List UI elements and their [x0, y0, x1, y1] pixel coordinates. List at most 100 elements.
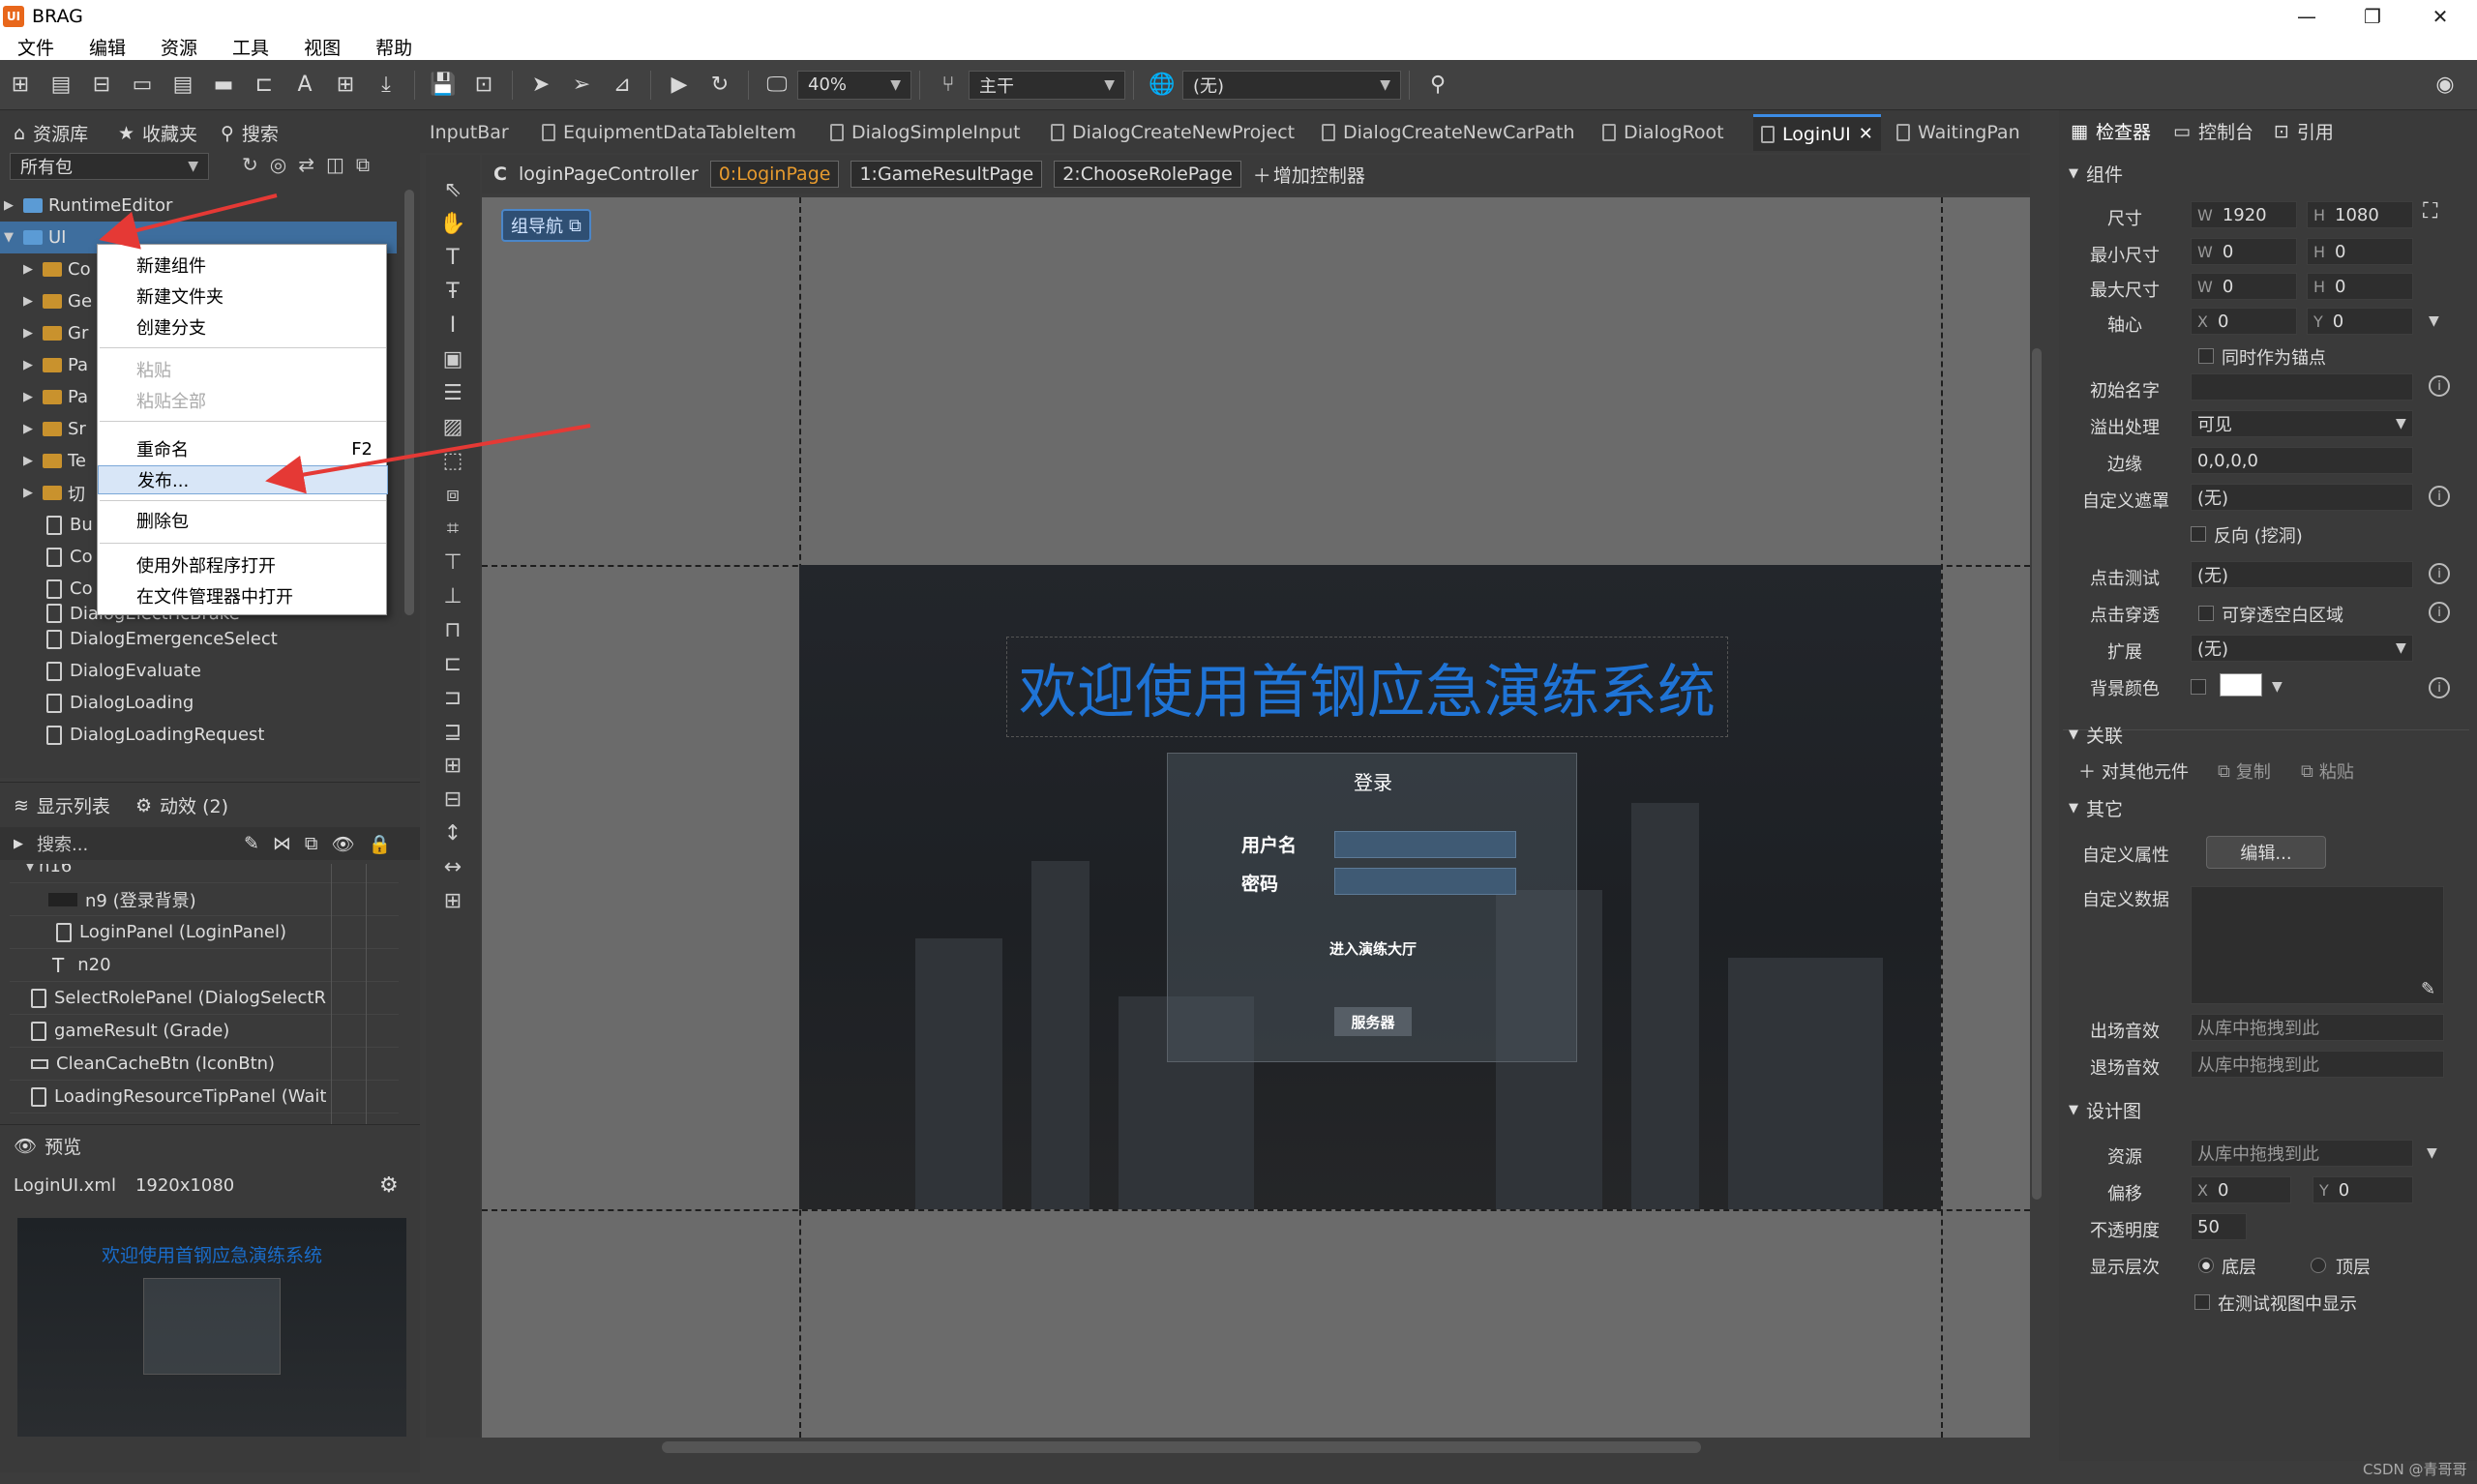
- menu-item-new-component[interactable]: 新建组件: [98, 251, 388, 280]
- publish-settings-icon[interactable]: ⊿: [606, 69, 639, 102]
- tree-item-file[interactable]: Bu: [39, 509, 93, 541]
- list-item[interactable]: SelectRolePanel (DialogSelectR: [10, 982, 399, 1015]
- controller-page-1[interactable]: 1:GameResultPage: [851, 161, 1043, 188]
- graph-icon[interactable]: ⌗: [447, 517, 459, 541]
- info-icon[interactable]: i: [2429, 677, 2450, 698]
- margin-field[interactable]: 0,0,0,0: [2191, 447, 2413, 474]
- info-icon[interactable]: i: [2429, 563, 2450, 584]
- passthrough-checkbox[interactable]: [2198, 606, 2214, 621]
- plus-icon[interactable]: ＋: [1253, 162, 1271, 188]
- tree-item-folder[interactable]: ▶ Pa: [19, 349, 88, 381]
- tab-display-list[interactable]: ≋ 显示列表: [14, 792, 110, 818]
- new-combobox-icon[interactable]: ▤: [166, 69, 199, 102]
- doc-tab-inputbar[interactable]: InputBar: [430, 114, 509, 151]
- menu-tools[interactable]: 工具: [232, 34, 269, 60]
- doc-tab-dialogroot[interactable]: DialogRoot: [1602, 114, 1724, 151]
- chevron-down-icon[interactable]: ▼: [2272, 679, 2283, 695]
- tree-item-folder[interactable]: ▶ Co: [19, 253, 91, 285]
- new-package-icon[interactable]: ⊞: [4, 69, 37, 102]
- align-left-icon[interactable]: ⊏: [444, 652, 462, 676]
- tab-inspector[interactable]: ▦ 检查器: [2071, 118, 2151, 144]
- package-filter-select[interactable]: 所有包 ▼: [10, 153, 209, 180]
- info-icon[interactable]: i: [2429, 602, 2450, 623]
- canvas-v-scrollbar[interactable]: [2032, 348, 2042, 1200]
- tree-item-file[interactable]: DialogLoading: [39, 687, 194, 719]
- tab-preview[interactable]: 👁 预览: [14, 1133, 81, 1159]
- doc-tab-loginui[interactable]: LoginUI ✕: [1753, 114, 1881, 151]
- password-field[interactable]: [1334, 868, 1516, 895]
- menu-item-publish[interactable]: 发布...: [98, 465, 388, 494]
- menu-item-open-external[interactable]: 使用外部程序打开: [98, 550, 388, 579]
- link-icon[interactable]: ⋈: [273, 833, 291, 854]
- new-slider-icon[interactable]: ⊏: [248, 69, 281, 102]
- menu-item-rename[interactable]: 重命名 F2: [98, 434, 388, 463]
- controller-page-2[interactable]: 2:ChooseRolePage: [1054, 161, 1241, 188]
- hand-icon[interactable]: ✋: [439, 212, 465, 236]
- list-item[interactable]: n9 (登录背景): [10, 883, 399, 916]
- design-res-field[interactable]: 从库中拖拽到此: [2191, 1140, 2413, 1167]
- init-name-field[interactable]: [2191, 373, 2413, 401]
- rich-text-icon[interactable]: Ŧ: [446, 280, 459, 304]
- play-icon[interactable]: ▶: [663, 69, 696, 102]
- tree-item-folder[interactable]: ▶ Ge: [19, 285, 92, 317]
- tree-item-file[interactable]: Co: [39, 541, 93, 573]
- doc-tab-dialogcreatenewproject[interactable]: DialogCreateNewProject: [1051, 114, 1295, 151]
- tree-item-file[interactable]: DialogLoadingRequest: [39, 719, 264, 751]
- monitor-icon[interactable]: 🖵: [761, 69, 793, 102]
- group-icon[interactable]: ⧈: [446, 483, 460, 507]
- refresh-icon[interactable]: ↻: [703, 69, 736, 102]
- grid-icon[interactable]: ⊞: [444, 889, 462, 913]
- min-height-field[interactable]: H0: [2307, 238, 2413, 265]
- lock-icon[interactable]: 🔒: [369, 833, 392, 855]
- tree-item-runtimeeditor[interactable]: ▶ RuntimeEditor: [0, 190, 172, 222]
- chevron-down-icon[interactable]: ▼: [2429, 313, 2439, 329]
- pivot-y-field[interactable]: Y0: [2307, 308, 2413, 335]
- section-relation[interactable]: ▼ 关联: [2069, 722, 2123, 748]
- library-scrollbar[interactable]: [404, 190, 414, 615]
- eye-icon[interactable]: 👁: [332, 833, 355, 855]
- list-item[interactable]: gameResult (Grade): [10, 1015, 399, 1048]
- tree-item-file[interactable]: DialogEvaluate: [39, 655, 201, 687]
- same-width-icon[interactable]: ↔: [444, 855, 462, 879]
- new-progress-icon[interactable]: ▬: [207, 69, 240, 102]
- loader-tool-icon[interactable]: ▨: [443, 415, 463, 439]
- close-icon[interactable]: ✕: [2407, 0, 2473, 33]
- pointer-icon[interactable]: ⇖: [444, 178, 462, 202]
- menu-resource[interactable]: 资源: [161, 34, 197, 60]
- list-item[interactable]: CleanCacheBtn (IconBtn): [10, 1048, 399, 1081]
- tree-item-file[interactable]: Co: [39, 573, 93, 605]
- bgcolor-swatch[interactable]: [2220, 673, 2262, 697]
- reverse-mask-checkbox[interactable]: [2191, 526, 2206, 542]
- tab-transitions[interactable]: ⚙ 动效 (2): [135, 792, 228, 818]
- list-item[interactable]: LoadingResourceTipPanel (Wait: [10, 1081, 399, 1113]
- controller-page-0[interactable]: 0:LoginPage: [709, 161, 840, 188]
- align-right-icon[interactable]: ⊒: [444, 720, 462, 744]
- offset-x-field[interactable]: X0: [2191, 1176, 2291, 1203]
- sync-icon[interactable]: ⇄: [298, 153, 314, 176]
- menu-view[interactable]: 视图: [304, 34, 341, 60]
- min-width-field[interactable]: W0: [2191, 238, 2297, 265]
- tree-item-folder[interactable]: ▶ 切: [19, 477, 85, 509]
- opacity-field[interactable]: 50: [2191, 1213, 2247, 1240]
- group-nav-tag[interactable]: 组导航 ⧉: [501, 209, 591, 242]
- menu-help[interactable]: 帮助: [375, 34, 412, 60]
- info-icon[interactable]: i: [2429, 486, 2450, 507]
- refresh-icon[interactable]: ↻: [242, 153, 258, 176]
- tree-item-folder[interactable]: ▶ Te: [19, 445, 86, 477]
- bgcolor-checkbox[interactable]: [2191, 679, 2206, 695]
- username-field[interactable]: [1334, 831, 1516, 858]
- doc-tab-dialogcreatenewcarpath[interactable]: DialogCreateNewCarPath: [1322, 114, 1575, 151]
- menu-edit[interactable]: 编辑: [89, 34, 126, 60]
- publish-all-icon[interactable]: ➢: [565, 69, 598, 102]
- new-list-icon[interactable]: ⊞: [329, 69, 362, 102]
- doc-tab-equipmentdatatableitem[interactable]: EquipmentDataTableItem: [542, 114, 796, 151]
- save-icon[interactable]: 💾: [427, 69, 460, 102]
- tree-item-folder[interactable]: ▶ Gr: [19, 317, 88, 349]
- add-relation-button[interactable]: ＋ 对其他元件: [2078, 758, 2189, 784]
- expand-icon[interactable]: ▶: [14, 837, 23, 851]
- new-button-icon[interactable]: ▭: [126, 69, 159, 102]
- split-view-icon[interactable]: ◫: [326, 153, 344, 176]
- distribute-h-icon[interactable]: ⊞: [444, 754, 462, 778]
- zoom-select[interactable]: 40% ▼: [797, 70, 911, 100]
- layer-bottom-radio[interactable]: ●: [2198, 1258, 2214, 1273]
